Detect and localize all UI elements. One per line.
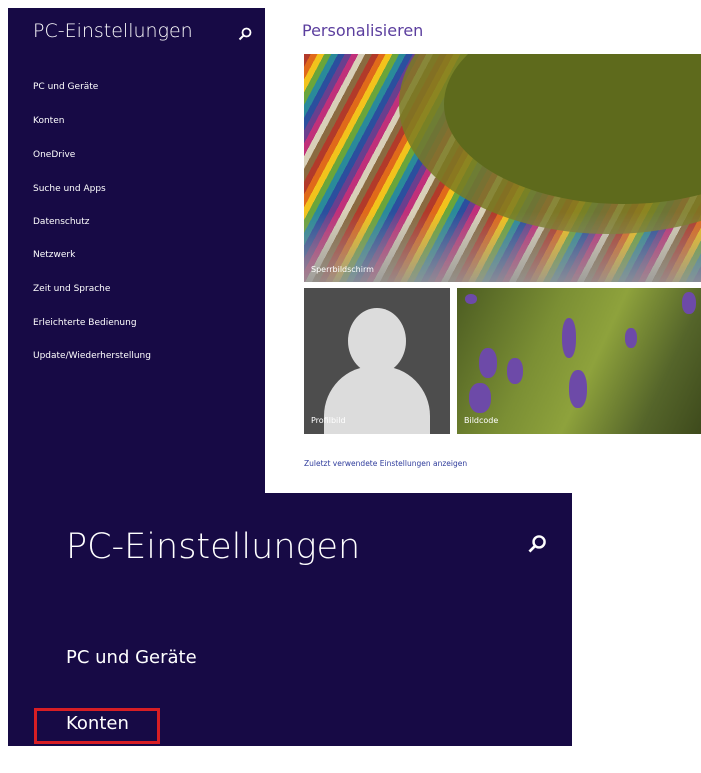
page-title: Personalisieren bbox=[302, 21, 424, 40]
lavender-flower bbox=[625, 328, 637, 348]
sidebar-item-suche-und-apps[interactable]: Suche und Apps bbox=[33, 184, 106, 194]
lavender-image bbox=[465, 294, 477, 304]
sidebar-item-datenschutz[interactable]: Datenschutz bbox=[33, 217, 90, 227]
zoomed-title: PC-Einstellungen bbox=[66, 527, 361, 567]
lavender-flower bbox=[469, 383, 491, 413]
lavender-flower bbox=[682, 292, 696, 314]
profile-picture-label: Profilbild bbox=[311, 416, 346, 425]
zoomed-sidebar: PC-Einstellungen PC und Geräte Konten bbox=[8, 493, 572, 746]
sidebar-item-pc-und-geraete[interactable]: PC und Geräte bbox=[33, 82, 98, 92]
sidebar-item-zeit-und-sprache[interactable]: Zeit und Sprache bbox=[33, 284, 110, 294]
avatar-icon bbox=[348, 308, 406, 374]
sidebar-item-update-wiederherstellung[interactable]: Update/Wiederherstellung bbox=[33, 351, 151, 361]
sidebar-item-erleichterte-bedienung[interactable]: Erleichterte Bedienung bbox=[33, 318, 137, 328]
lavender-flower bbox=[507, 358, 523, 384]
lockscreen-label: Sperrbildschirm bbox=[311, 265, 374, 274]
search-icon[interactable] bbox=[237, 26, 253, 42]
picture-password-label: Bildcode bbox=[464, 416, 499, 425]
zoomed-item-pc-und-geraete[interactable]: PC und Geräte bbox=[66, 647, 197, 668]
sidebar: PC-Einstellungen PC und Geräte Konten On… bbox=[8, 8, 265, 493]
sidebar-title: PC-Einstellungen bbox=[33, 20, 193, 42]
lavender-flower bbox=[562, 318, 576, 358]
recent-settings-link[interactable]: Zuletzt verwendete Einstellungen anzeige… bbox=[304, 459, 467, 468]
lockscreen-tile[interactable]: Sperrbildschirm bbox=[304, 54, 701, 282]
profile-picture-tile[interactable]: Profilbild bbox=[304, 288, 450, 434]
lavender-flower bbox=[479, 348, 497, 378]
sidebar-item-konten[interactable]: Konten bbox=[33, 116, 64, 126]
sidebar-item-netzwerk[interactable]: Netzwerk bbox=[33, 250, 75, 260]
settings-window: PC-Einstellungen PC und Geräte Konten On… bbox=[8, 8, 701, 493]
search-icon[interactable] bbox=[526, 533, 548, 555]
picture-password-tile[interactable]: Bildcode bbox=[457, 288, 701, 434]
sidebar-item-onedrive[interactable]: OneDrive bbox=[33, 150, 75, 160]
zoomed-item-konten[interactable]: Konten bbox=[66, 713, 129, 734]
main-panel: Personalisieren Sperrbildschirm Profilbi… bbox=[265, 8, 701, 493]
lavender-flower bbox=[569, 370, 587, 408]
